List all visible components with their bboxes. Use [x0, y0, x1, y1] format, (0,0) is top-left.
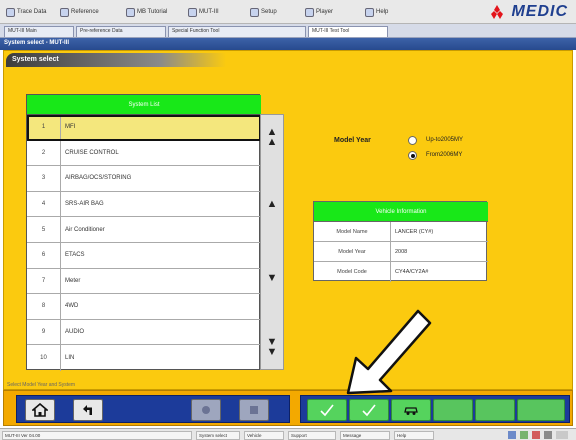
check-button[interactable] [307, 399, 347, 421]
check-icon [320, 404, 334, 417]
taskbar-item[interactable]: System select [196, 431, 240, 440]
diagnose-button[interactable] [391, 399, 431, 421]
vehicle-info-table: Vehicle Information Model Name LANCER (CY… [313, 201, 488, 282]
disabled-button-1[interactable] [191, 399, 221, 421]
car-diagnose-icon [404, 407, 418, 415]
list-item[interactable]: 2 CRUISE CONTROL [27, 140, 261, 167]
player-icon [305, 7, 314, 17]
table-row: Model Year 2008 [314, 242, 488, 262]
bottom-button-bar [3, 390, 573, 426]
radio-up-to-2005-label: Up-to2005MY [426, 137, 464, 143]
toolbar-item-trace[interactable]: Trace Data [6, 6, 46, 18]
radio-up-to-2005[interactable] [408, 136, 417, 145]
tab-strip: MUT-III Main Pre-reference Data Special … [0, 24, 576, 38]
system-list: System List 1 MFI 2 CRUISE CONTROL 3 AIRBAG… [26, 94, 261, 371]
back-button[interactable] [73, 399, 103, 421]
page-up-button[interactable]: ▲ [264, 199, 280, 210]
reference-icon [60, 7, 69, 17]
toolbar-item-mut[interactable]: MUT-III [188, 6, 219, 18]
disabled-icon [202, 406, 210, 414]
action-button-4[interactable] [433, 399, 473, 421]
toolbar-item-reference[interactable]: Reference [60, 6, 99, 18]
mut-icon [188, 7, 197, 17]
toolbar-item-help[interactable]: Help [365, 6, 388, 18]
page-title: System select [6, 53, 226, 67]
page-down-button[interactable]: ▼ [264, 273, 280, 284]
main-panel: System select System List 1 MFI 2 CRUISE C… [3, 50, 573, 390]
taskbar-item[interactable]: Help [394, 431, 434, 440]
scroll-top-button[interactable]: ▲ ▲ [264, 127, 280, 148]
toolbar-item-setup[interactable]: Setup [250, 6, 277, 18]
system-list-body: 1 MFI 2 CRUISE CONTROL 3 AIRBAG/OCS/STORING… [27, 115, 261, 371]
tab-test-tool[interactable]: MUT-III Test Tool [308, 26, 388, 37]
top-toolbar: Trace Data Reference MB Tutorial MUT-III… [0, 0, 576, 24]
disabled-button-2[interactable] [239, 399, 269, 421]
return-icon [83, 405, 92, 415]
three-diamonds-icon [491, 5, 504, 19]
tab-main[interactable]: MUT-III Main [4, 26, 74, 37]
model-year-label: Model Year [334, 137, 371, 144]
vehicle-info-header: Vehicle Information [314, 202, 488, 222]
status-text: Select Model Year and System [7, 382, 76, 388]
help-icon [365, 7, 374, 17]
toolbar-item-player[interactable]: Player [305, 6, 333, 18]
setup-icon [250, 7, 259, 17]
taskbar-item[interactable]: Support [288, 431, 336, 440]
taskbar-item[interactable]: Message [340, 431, 390, 440]
list-item[interactable]: 8 4WD [27, 294, 261, 320]
list-item[interactable]: 10 LIN [27, 345, 261, 371]
taskbar: MUT-III Ver 04.00 System select Vehicle … [0, 428, 576, 440]
table-row: Model Name LANCER (CY#) [314, 222, 488, 242]
window-title: System select - MUT-III [0, 38, 576, 50]
tutorial-icon [126, 7, 135, 17]
nav-button-group [16, 395, 290, 423]
home-button[interactable] [25, 399, 55, 421]
radio-from-2006[interactable] [408, 151, 417, 160]
table-row: Model Code CY4A/CY2A# [314, 262, 488, 282]
tab-pre-reference[interactable]: Pre-reference Data [76, 26, 166, 37]
disabled-icon [250, 406, 258, 414]
pointer-arrow-icon [346, 309, 432, 395]
list-item[interactable]: 3 AIRBAG/OCS/STORING [27, 166, 261, 192]
scroll-bottom-button[interactable]: ▼ ▼ [264, 337, 280, 358]
radio-from-2006-label: From2006MY [426, 152, 463, 158]
brand-name: MEDIC [511, 3, 568, 20]
check-icon [362, 404, 376, 417]
taskbar-item[interactable]: MUT-III Ver 04.00 [2, 431, 192, 440]
list-item[interactable]: 1 MFI [27, 115, 261, 141]
action-button-group [300, 395, 570, 423]
action-button-6[interactable] [517, 399, 565, 421]
action-button-5[interactable] [475, 399, 515, 421]
brand-logo: MEDIC [486, 2, 568, 22]
list-scrollbar: ▲ ▲ ▲ ▼ ▼ ▼ [260, 114, 284, 370]
tray-icons [508, 431, 568, 439]
system-list-header: System List [27, 95, 261, 115]
list-item[interactable]: 9 AUDIO [27, 319, 261, 346]
taskbar-item[interactable]: Vehicle [244, 431, 284, 440]
check-confirm-button[interactable] [349, 399, 389, 421]
toolbar-item-tutorial[interactable]: MB Tutorial [126, 6, 167, 18]
home-icon [32, 403, 48, 417]
list-item[interactable]: 5 Air Conditioner [27, 217, 261, 243]
list-item[interactable]: 7 Meter [27, 268, 261, 295]
list-item[interactable]: 4 SRS-AIR BAG [27, 191, 261, 218]
tab-special-function[interactable]: Special Function Tool [168, 26, 306, 37]
list-item[interactable]: 6 ETACS [27, 243, 261, 269]
trace-icon [6, 7, 15, 17]
